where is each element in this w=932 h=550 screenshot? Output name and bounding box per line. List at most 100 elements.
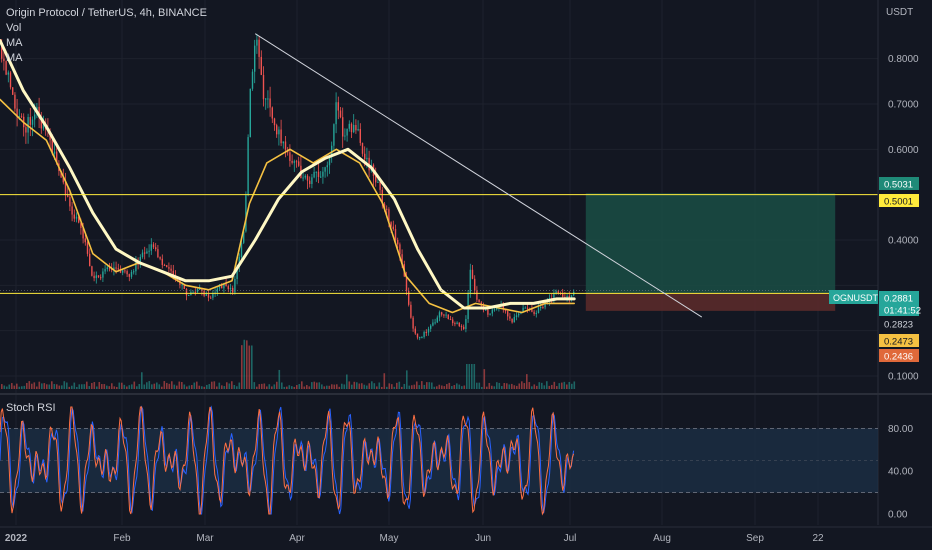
volume-bar <box>26 382 28 389</box>
candle-body <box>240 242 243 258</box>
volume-bar <box>91 383 93 389</box>
volume-bar <box>403 383 406 389</box>
candle-body <box>95 275 97 279</box>
candle-body <box>474 278 476 291</box>
volume-bar <box>253 382 256 389</box>
volume-bar <box>51 381 53 389</box>
volume-bar <box>456 383 458 389</box>
price-tick-label: 0.4000 <box>888 235 919 246</box>
volume-bar <box>468 364 471 389</box>
volume-bar <box>486 386 488 389</box>
stoch-rsi-title[interactable]: Stoch RSI <box>6 402 56 414</box>
candle-body <box>69 196 71 207</box>
indicator-ma-1[interactable]: MA <box>6 36 207 51</box>
candle-body <box>361 142 364 154</box>
volume-bar <box>433 386 436 389</box>
volume-bar <box>23 385 26 389</box>
volume-bar <box>8 384 11 389</box>
candle-body <box>364 153 366 160</box>
candle-body <box>122 270 124 273</box>
time-tick-label: May <box>380 533 399 544</box>
volume-bar <box>418 385 421 389</box>
volume-bar <box>303 386 306 389</box>
candle-body <box>507 311 509 317</box>
volume-bar <box>61 385 63 389</box>
candle-body <box>419 337 421 339</box>
volume-bar <box>58 385 61 389</box>
candle-body <box>53 151 56 154</box>
volume-bar <box>233 384 236 389</box>
candle-body <box>353 124 355 133</box>
candle-body <box>256 39 258 46</box>
volume-bar <box>488 383 491 389</box>
volume-bar <box>31 383 33 389</box>
volume-bar <box>421 381 423 389</box>
candle-body <box>359 129 361 143</box>
price-badge-stop: 0.2436 <box>884 352 913 363</box>
candle-body <box>302 177 304 179</box>
volume-bar <box>113 386 116 389</box>
candle-body <box>31 119 34 125</box>
candle-body <box>75 216 78 219</box>
volume-bar <box>431 382 433 389</box>
volume-bar <box>103 384 106 389</box>
candle-body <box>282 141 284 144</box>
candle-body <box>509 316 511 319</box>
candle-body <box>67 195 69 197</box>
candle-body <box>148 250 150 252</box>
stoch-rsi-tick-label: 0.00 <box>888 510 908 521</box>
volume-bar <box>446 384 448 389</box>
volume-bar <box>123 384 126 389</box>
candle-body <box>491 309 493 314</box>
candle-body <box>249 88 251 138</box>
candle-body <box>155 247 157 250</box>
candle-body <box>313 171 315 178</box>
volume-bar <box>463 385 466 389</box>
indicator-ma-2[interactable]: MA <box>6 51 207 66</box>
volume-bar <box>243 339 246 389</box>
volume-bar <box>148 381 151 389</box>
candle-body <box>460 326 463 328</box>
currency-unit[interactable]: USDT <box>886 7 913 18</box>
volume-bar <box>473 364 476 389</box>
candle-body <box>410 304 412 318</box>
volume-bar <box>211 381 213 389</box>
time-tick-label: Aug <box>653 533 671 544</box>
volume-bar <box>136 386 138 389</box>
volume-bar <box>541 382 543 389</box>
volume-bar <box>293 386 296 389</box>
candle-body <box>339 110 342 118</box>
volume-bar <box>241 345 243 389</box>
symbol-badge: OGNUSDT <box>833 293 879 303</box>
volume-bar <box>383 373 386 389</box>
volume-bar <box>121 382 123 389</box>
volume-bar <box>348 381 351 389</box>
candle-body <box>262 74 265 100</box>
volume-bar <box>151 384 153 389</box>
indicator-vol[interactable]: Vol <box>6 21 207 36</box>
candle-body <box>245 195 247 232</box>
candle-body <box>14 94 16 109</box>
volume-bar <box>518 383 521 389</box>
candle-body <box>524 307 526 309</box>
volume-bar <box>506 383 508 389</box>
candle-body <box>478 299 480 303</box>
volume-bar <box>281 382 283 389</box>
candle-body <box>124 270 126 272</box>
volume-bar <box>208 384 211 389</box>
volume-bar <box>496 382 498 389</box>
volume-bar <box>286 386 288 389</box>
volume-bar <box>156 382 158 389</box>
candle-body <box>421 336 423 338</box>
price-tick-label: 0.1000 <box>888 371 919 382</box>
candle-body <box>405 276 408 291</box>
candle-body <box>430 325 432 329</box>
price-tick-label: 0.8000 <box>888 54 919 65</box>
candle-body <box>247 137 249 196</box>
volume-bar <box>526 374 528 389</box>
volume-bar <box>163 381 166 389</box>
symbol-title[interactable]: Origin Protocol / TetherUS, 4h, BINANCE <box>6 6 207 21</box>
chart-canvas[interactable]: 0.8000 0.7000 0.6000 0.4000 0.1000 0.5031 0.50… <box>0 0 932 550</box>
candle-body <box>515 315 518 318</box>
volume-bar <box>206 384 208 389</box>
